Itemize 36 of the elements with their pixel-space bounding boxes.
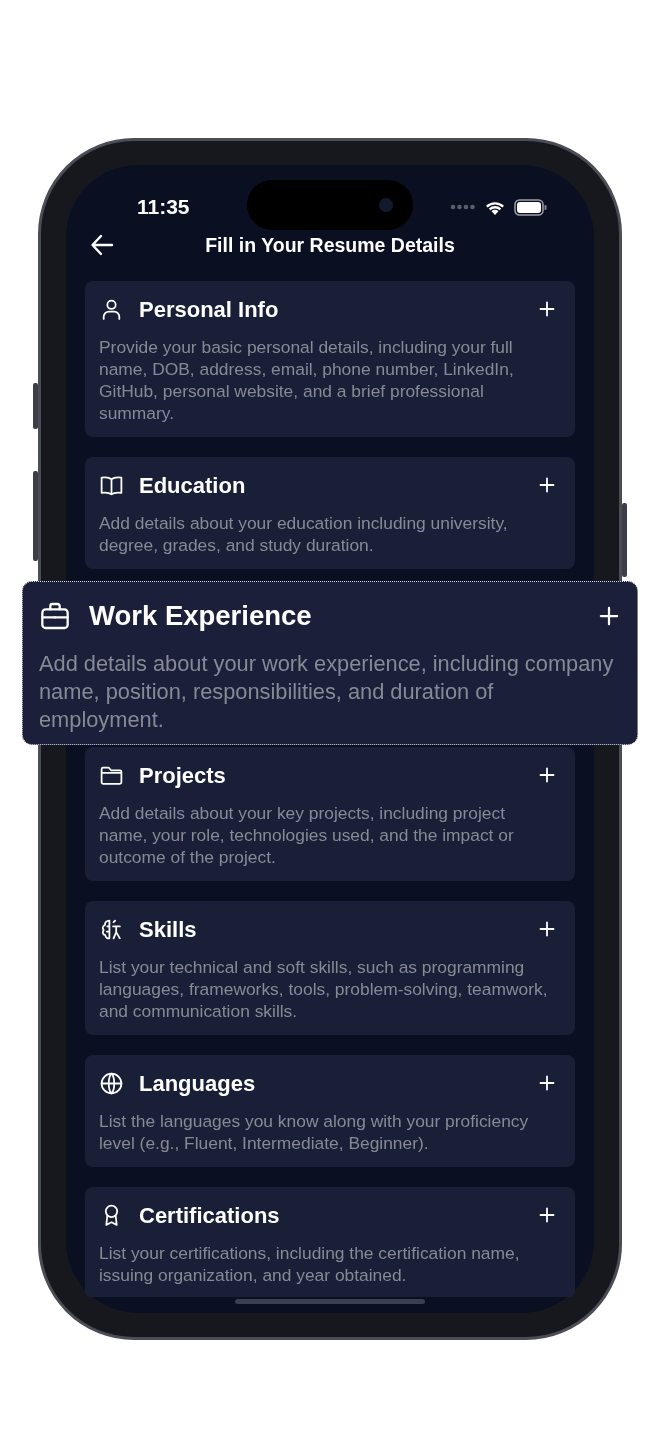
section-card[interactable]: Languages List the languages you know along with your proficiency level (e.g., Fluent, Intermediate, Beginner). bbox=[85, 1055, 575, 1167]
highlighted-section-card[interactable]: Work Experience Add details about your work experience, including company name, position, responsibilities, and duration of employment. bbox=[22, 581, 638, 745]
section-description: List your certifications, including the certification name, issuing organization, and year obtained. bbox=[99, 1242, 521, 1286]
add-button[interactable] bbox=[539, 301, 555, 317]
section-description: Provide your basic personal details, including your full name, DOB, address, email, phone number, LinkedIn, GitHub, personal website, and a brief professional summary. bbox=[99, 336, 515, 424]
section-description: Add details about your education including university, degree, grades, and study duration. bbox=[99, 512, 509, 556]
add-button[interactable] bbox=[539, 767, 555, 783]
section-title: Skills bbox=[139, 915, 197, 944]
section-title: Personal Info bbox=[139, 295, 279, 324]
section-card[interactable]: Personal Info Provide your basic personal details, including your full name, DOB, address, email, phone number, LinkedIn, GitHub, personal website, and a brief professional summary. bbox=[85, 281, 575, 437]
section-title: Languages bbox=[139, 1069, 256, 1098]
add-button[interactable] bbox=[539, 921, 555, 937]
globe-icon bbox=[99, 1070, 124, 1096]
section-card[interactable]: Projects Add details about your key projects, including project name, your role, technologies used, and the impact or outcome of the project. bbox=[85, 747, 575, 881]
signal-icon bbox=[450, 204, 476, 210]
add-button[interactable] bbox=[539, 1207, 555, 1223]
section-title: Education bbox=[139, 471, 246, 500]
status-time: 11:35 bbox=[137, 194, 190, 221]
section-description: Add details about your key projects, including project name, your role, technologies used, and the impact or outcome of the project. bbox=[99, 802, 515, 868]
section-card[interactable]: Certifications List your certifications, including the certification name, issuing organization, and year obtained. bbox=[85, 1187, 575, 1297]
section-title: Projects bbox=[139, 761, 226, 790]
section-title: Certifications bbox=[139, 1201, 280, 1230]
battery-icon bbox=[514, 198, 547, 216]
section-description: List your technical and soft skills, such as programming languages, frameworks, tools, problem-solving, teamwork, and communication skills. bbox=[99, 956, 549, 1022]
screen-title: Fill in Your Resume Details bbox=[205, 233, 455, 259]
add-button[interactable] bbox=[599, 606, 619, 626]
section-title: Work Experience bbox=[89, 599, 312, 634]
briefcase-icon bbox=[39, 600, 71, 632]
add-button[interactable] bbox=[539, 1075, 555, 1091]
section-description: List the languages you know along with your proficiency level (e.g., Fluent, Intermediate, Beginner). bbox=[99, 1110, 530, 1154]
section-description: Add details about your work experience, including company name, position, responsibilities, and duration of employment. bbox=[39, 650, 615, 734]
camera-dot bbox=[379, 198, 393, 212]
back-button[interactable] bbox=[89, 232, 115, 258]
section-card[interactable]: Skills List your technical and soft skills, such as programming languages, frameworks, tools, problem-solving, teamwork, and communication skills. bbox=[85, 901, 575, 1035]
add-button[interactable] bbox=[539, 477, 555, 493]
section-card[interactable]: Education Add details about your education including university, degree, grades, and study duration. bbox=[85, 457, 575, 569]
